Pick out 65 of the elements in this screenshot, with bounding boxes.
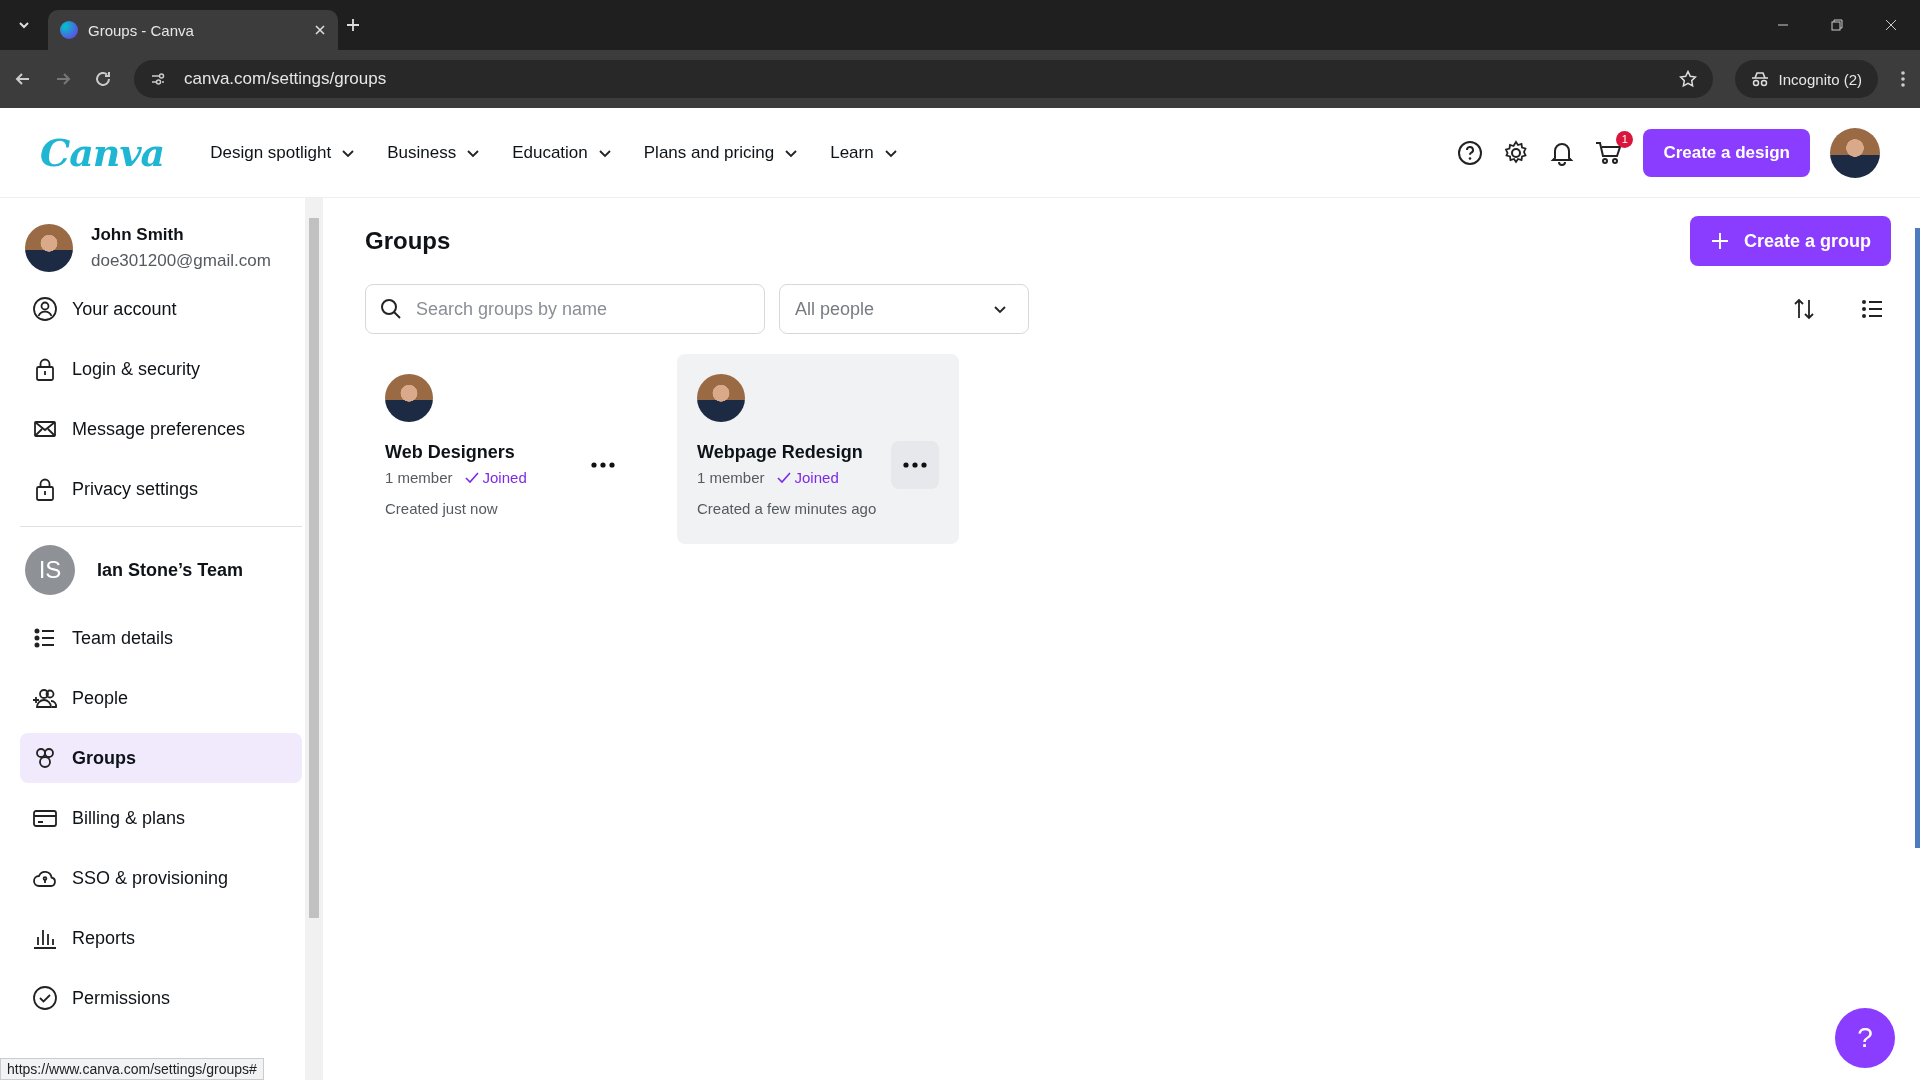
close-window-icon[interactable] (1884, 18, 1898, 32)
status-bar-url: https://www.canva.com/settings/groups# (0, 1058, 264, 1080)
sidebar-item[interactable]: Login & security (20, 344, 302, 394)
nav-menu-button[interactable]: Design spotlight (198, 134, 368, 171)
group-card[interactable]: Web Designers 1 member Joined Created just now (365, 354, 647, 544)
sidebar-item[interactable]: SSO & provisioning (20, 853, 302, 903)
nav-menu-button[interactable]: Business (375, 134, 493, 171)
reload-icon[interactable] (94, 70, 112, 88)
plus-icon (1709, 231, 1730, 251)
sidebar-item[interactable]: Reports (20, 913, 302, 963)
create-group-button[interactable]: Create a group (1689, 216, 1891, 266)
joined-status: Joined (776, 469, 839, 486)
created-time: Created a few minutes ago (697, 500, 877, 517)
avatar[interactable] (1830, 127, 1880, 178)
user-name: John Smith (91, 225, 185, 245)
account-icon (32, 296, 58, 322)
check-icon (32, 985, 58, 1011)
search-field[interactable]: Search groups by name (365, 284, 765, 334)
sidebar-item[interactable]: Billing & plans (20, 793, 302, 843)
member-count: 1 member (697, 469, 765, 486)
cart-count-badge: 1 (1616, 130, 1634, 148)
team-name: Ian Stone’s Team (97, 559, 244, 581)
more-options-icon[interactable] (891, 440, 939, 489)
user-email: doe301200@gmail.com (91, 251, 271, 271)
create-design-button[interactable]: Create a design (1643, 128, 1810, 177)
checkmark-icon (776, 471, 791, 484)
avatar (25, 224, 73, 272)
group-card[interactable]: Webpage Redesign 1 member Joined Created a few minutes ago (677, 354, 959, 544)
sidebar-item[interactable]: People (20, 673, 302, 723)
browser-tab[interactable]: Groups - Canva (48, 10, 338, 50)
close-icon[interactable] (314, 24, 326, 36)
help-icon[interactable] (1457, 139, 1484, 166)
restore-icon[interactable] (1830, 18, 1844, 32)
people-filter-dropdown[interactable]: All people (779, 284, 1029, 334)
menu-icon[interactable] (1900, 70, 1906, 88)
sidebar-scrollbar[interactable] (305, 198, 323, 1080)
team-avatar: IS (25, 545, 75, 595)
nav-menu-button[interactable]: Plans and pricing (631, 134, 811, 171)
search-icon (379, 297, 403, 321)
created-time: Created just now (385, 500, 499, 517)
sidebar-item[interactable]: Your account (20, 284, 302, 334)
site-settings-icon[interactable] (150, 71, 166, 87)
new-tab-icon[interactable] (346, 18, 360, 32)
incognito-button[interactable]: Incognito (2) (1734, 60, 1878, 98)
address-bar[interactable]: canva.com/settings/groups (134, 60, 1713, 98)
page-title: Groups (365, 227, 451, 255)
group-name: Web Designers (385, 442, 516, 463)
sidebar-item[interactable]: Message preferences (20, 404, 302, 454)
group-name: Webpage Redesign (697, 442, 864, 463)
avatar (697, 374, 745, 422)
sidebar-item[interactable]: Privacy settings (20, 464, 302, 514)
canva-favicon-icon (60, 21, 78, 39)
incognito-icon (1750, 71, 1769, 87)
checkmark-icon (464, 471, 479, 484)
member-count: 1 member (385, 469, 453, 486)
cart-icon[interactable] (1595, 139, 1624, 166)
joined-status: Joined (464, 469, 527, 486)
sidebar-item[interactable]: Team details (20, 613, 302, 663)
bookmark-star-icon[interactable] (1678, 70, 1697, 88)
help-button[interactable]: ? (1835, 1008, 1895, 1068)
nav-menu-button[interactable]: Education (500, 134, 624, 171)
sidebar-item[interactable]: Groups (20, 733, 302, 783)
avatar (385, 374, 433, 422)
nav-menu-button[interactable]: Learn (818, 134, 910, 171)
sidebar-item[interactable]: Permissions (20, 973, 302, 1023)
